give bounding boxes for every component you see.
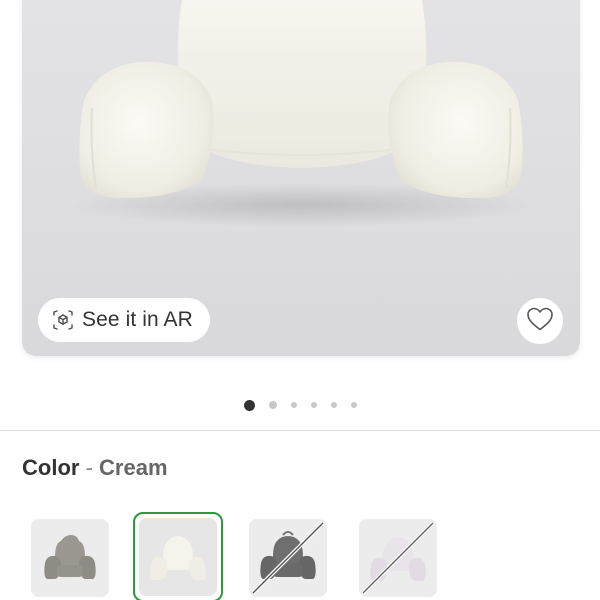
carousel-pagination bbox=[0, 398, 600, 412]
swatch-image bbox=[31, 519, 109, 597]
section-divider bbox=[0, 430, 600, 431]
see-in-ar-button[interactable]: See it in AR bbox=[38, 298, 210, 342]
carousel-dot[interactable] bbox=[268, 401, 277, 409]
color-separator: - bbox=[85, 455, 93, 480]
color-swatch-lavender-unavailable[interactable] bbox=[359, 519, 437, 597]
selected-color-name: Cream bbox=[99, 455, 168, 480]
see-in-ar-label: See it in AR bbox=[82, 308, 193, 331]
color-swatch-gray[interactable] bbox=[31, 519, 109, 597]
carousel-dot[interactable] bbox=[330, 402, 337, 408]
color-heading: Color - Cream bbox=[22, 455, 168, 481]
carousel-dot-active[interactable] bbox=[243, 399, 255, 411]
color-label: Color bbox=[22, 455, 80, 480]
carousel-dot[interactable] bbox=[310, 402, 317, 408]
favorite-button[interactable] bbox=[517, 298, 563, 344]
color-swatch-charcoal-unavailable[interactable] bbox=[249, 519, 327, 597]
carousel-dot[interactable] bbox=[350, 402, 357, 408]
product-page: See it in AR Color - Cream bbox=[0, 0, 600, 600]
swatch-image bbox=[359, 519, 437, 597]
swatch-image bbox=[249, 519, 327, 597]
swatch-image bbox=[139, 518, 217, 596]
carousel-dot[interactable] bbox=[290, 402, 297, 408]
color-swatch-cream[interactable] bbox=[139, 518, 217, 596]
ar-cube-icon bbox=[52, 309, 74, 331]
heart-icon bbox=[526, 306, 554, 337]
